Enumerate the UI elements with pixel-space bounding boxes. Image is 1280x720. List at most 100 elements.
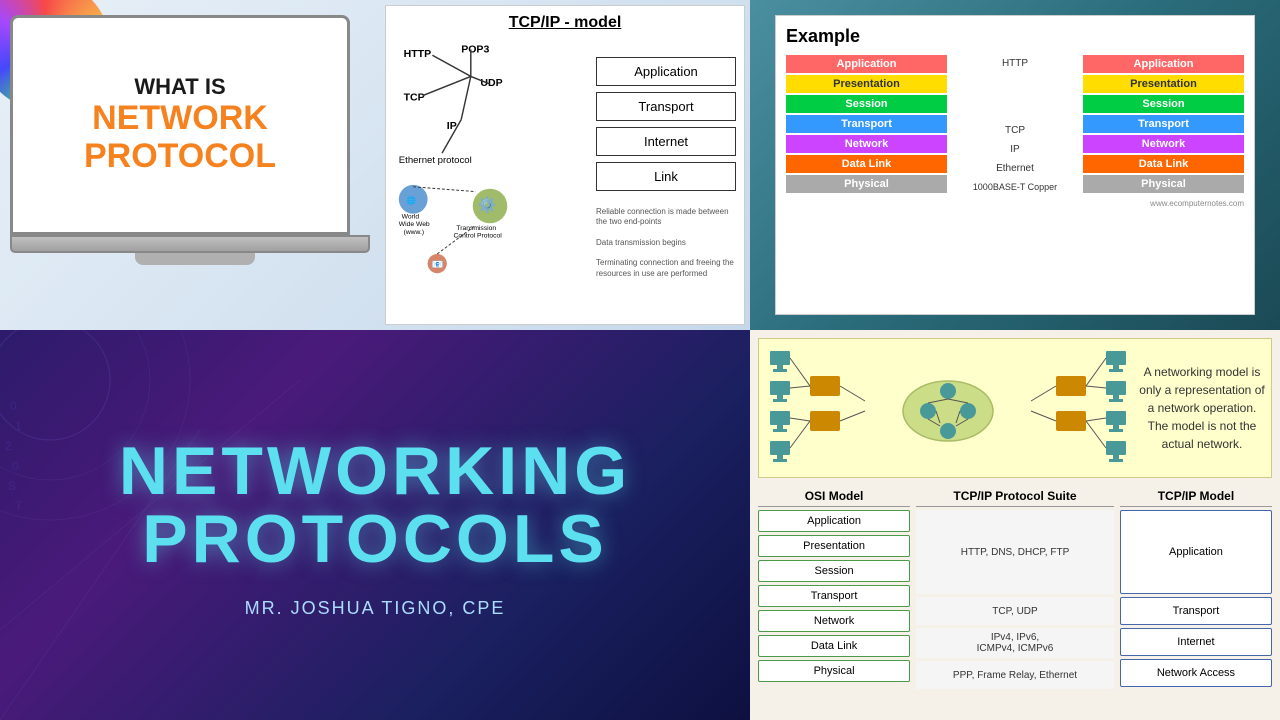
- tcpip-model-internet: Internet: [1120, 628, 1272, 656]
- author-text: MR. JOSHUA TIGNO, CPE: [245, 598, 506, 619]
- svg-text:Ethernet protocol: Ethernet protocol: [399, 155, 472, 166]
- example-title: Example: [786, 26, 1244, 47]
- svg-text:2: 2: [5, 439, 12, 453]
- tcpip-application: Application: [596, 57, 736, 86]
- osi-br-transport: Transport: [758, 585, 910, 607]
- panel-bottom-left: 0 1 2 0 S T NETWORKING PROTOCOLS MR. JOS…: [0, 330, 750, 720]
- laptop-screen: WHAT IS NETWORK PROTOCOL: [10, 15, 350, 235]
- network-diagram-box: A networking model is only a representat…: [758, 338, 1272, 478]
- svg-text:0: 0: [10, 399, 17, 413]
- osi-left-transport: Transport: [786, 115, 947, 133]
- svg-text:📧: 📧: [431, 259, 443, 270]
- svg-text:HTTP: HTTP: [404, 48, 432, 60]
- osi-br-application: Application: [758, 510, 910, 532]
- spacer2: [955, 98, 1075, 120]
- tcpip-model-netaccess: Network Access: [1120, 659, 1272, 687]
- copper-label: 1000BASE-T Copper: [955, 179, 1075, 195]
- protocols-title: PROTOCOLS: [142, 500, 607, 578]
- osi-br-session: Session: [758, 560, 910, 582]
- tcpip-internet: Internet: [596, 127, 736, 156]
- tcpip-suite-app: HTTP, DNS, DHCP, FTP: [916, 510, 1114, 594]
- tcpip-right: Application Transport Internet Link Reli…: [596, 38, 736, 298]
- osi-left-presentation: Presentation: [786, 75, 947, 93]
- svg-text:POP3: POP3: [461, 43, 489, 55]
- tcpip-model-header: TCP/IP Model: [1120, 486, 1272, 507]
- example-footer: www.ecomputernotes.com: [786, 199, 1244, 208]
- svg-text:1: 1: [15, 419, 22, 433]
- laptop-base: [10, 235, 370, 253]
- osi-right-physical: Physical: [1083, 175, 1244, 193]
- osi-right-session: Session: [1083, 95, 1244, 113]
- main-grid: WHAT IS NETWORK PROTOCOL TCP/IP - model …: [0, 0, 1280, 720]
- svg-text:(www.): (www.): [404, 229, 425, 236]
- ip-label: IP: [955, 141, 1075, 158]
- panel-top-right: Example Application Presentation Session…: [750, 0, 1280, 330]
- laptop-what-text: WHAT IS: [134, 74, 225, 100]
- osi-right-transport: Transport: [1083, 115, 1244, 133]
- osi-model-col: OSI Model Application Presentation Sessi…: [758, 486, 910, 689]
- left-network-svg: [765, 346, 885, 471]
- osi-right-col: Application Presentation Session Transpo…: [1083, 55, 1244, 193]
- panel-top-left: WHAT IS NETWORK PROTOCOL TCP/IP - model …: [0, 0, 750, 330]
- http-label: HTTP: [955, 55, 1075, 72]
- spacer1: [955, 74, 1075, 96]
- svg-text:0: 0: [12, 459, 19, 473]
- laptop-protocol-text: PROTOCOL: [84, 137, 276, 176]
- tcpip-suite-netaccess: PPP, Frame Relay, Ethernet: [916, 661, 1114, 689]
- osi-left-session: Session: [786, 95, 947, 113]
- tcpip-link: Link: [596, 162, 736, 191]
- svg-text:UDP: UDP: [480, 77, 502, 89]
- model-table-container: OSI Model Application Presentation Sessi…: [758, 486, 1272, 689]
- tcpip-desc-reliable: Reliable connection is made between the …: [596, 207, 736, 228]
- svg-text:⚙️: ⚙️: [478, 196, 497, 214]
- osi-br-datalink: Data Link: [758, 635, 910, 657]
- osi-br-physical: Physical: [758, 660, 910, 682]
- osi-right-presentation: Presentation: [1083, 75, 1244, 93]
- tcpip-desc-terminating: Terminating connection and freeing the r…: [596, 258, 736, 279]
- tcpip-suite-col: TCP/IP Protocol Suite HTTP, DNS, DHCP, F…: [916, 486, 1114, 689]
- osi-right-application: Application: [1083, 55, 1244, 73]
- laptop-section: WHAT IS NETWORK PROTOCOL: [10, 15, 380, 315]
- right-network-svg: [1011, 346, 1131, 471]
- svg-text:T: T: [15, 499, 23, 513]
- tcpip-left: HTTP POP3 UDP TCP IP Ethernet protocol: [394, 38, 586, 298]
- laptop-network-text: NETWORK: [92, 100, 268, 137]
- osi-left-application: Application: [786, 55, 947, 73]
- osi-br-presentation: Presentation: [758, 535, 910, 557]
- osi-right-network: Network: [1083, 135, 1244, 153]
- svg-text:S: S: [8, 479, 16, 493]
- tcpip-model-transport: Transport: [1120, 597, 1272, 625]
- networking-title: NETWORKING: [119, 432, 631, 510]
- tcpip-transport: Transport: [596, 92, 736, 121]
- panel-bottom-right: A networking model is only a representat…: [750, 330, 1280, 720]
- svg-text:🌐: 🌐: [406, 196, 416, 205]
- svg-text:TCP: TCP: [404, 91, 425, 103]
- tcpip-desc-transmission: Data transmission begins: [596, 238, 736, 248]
- tcpip-suite-transport: TCP, UDP: [916, 597, 1114, 625]
- diagram-description-text: A networking model is only a representat…: [1139, 363, 1265, 453]
- center-network-svg: [893, 346, 1003, 471]
- osi-middle-labels: HTTP TCP IP Ethernet 1000BASE-T Copper: [955, 55, 1075, 195]
- osi-left-datalink: Data Link: [786, 155, 947, 173]
- tcpip-section: TCP/IP - model HTTP POP3 UDP TCP IP Ethe…: [385, 5, 745, 325]
- svg-text:Transmission: Transmission: [456, 225, 496, 232]
- tcpip-title: TCP/IP - model: [394, 14, 736, 32]
- osi-right-datalink: Data Link: [1083, 155, 1244, 173]
- osi-diagram: Application Presentation Session Transpo…: [786, 55, 1244, 195]
- tcpip-inner: HTTP POP3 UDP TCP IP Ethernet protocol: [394, 38, 736, 298]
- protocol-diagram-svg: HTTP POP3 UDP TCP IP Ethernet protocol: [394, 38, 586, 278]
- tcpip-model-col: TCP/IP Model Application Transport Inter…: [1120, 486, 1272, 689]
- tcpip-suite-header: TCP/IP Protocol Suite: [916, 486, 1114, 507]
- laptop-stand: [135, 253, 255, 265]
- ethernet-label: Ethernet: [955, 160, 1075, 177]
- svg-text:Wide Web: Wide Web: [399, 221, 430, 228]
- tcpip-suite-internet: IPv4, IPv6,ICMPv4, ICMPv6: [916, 628, 1114, 658]
- tcpip-model-application: Application: [1120, 510, 1272, 594]
- osi-left-col: Application Presentation Session Transpo…: [786, 55, 947, 193]
- tcp-label: TCP: [955, 122, 1075, 139]
- example-box: Example Application Presentation Session…: [775, 15, 1255, 315]
- osi-left-network: Network: [786, 135, 947, 153]
- osi-br-network: Network: [758, 610, 910, 632]
- osi-left-physical: Physical: [786, 175, 947, 193]
- svg-text:World: World: [402, 213, 420, 220]
